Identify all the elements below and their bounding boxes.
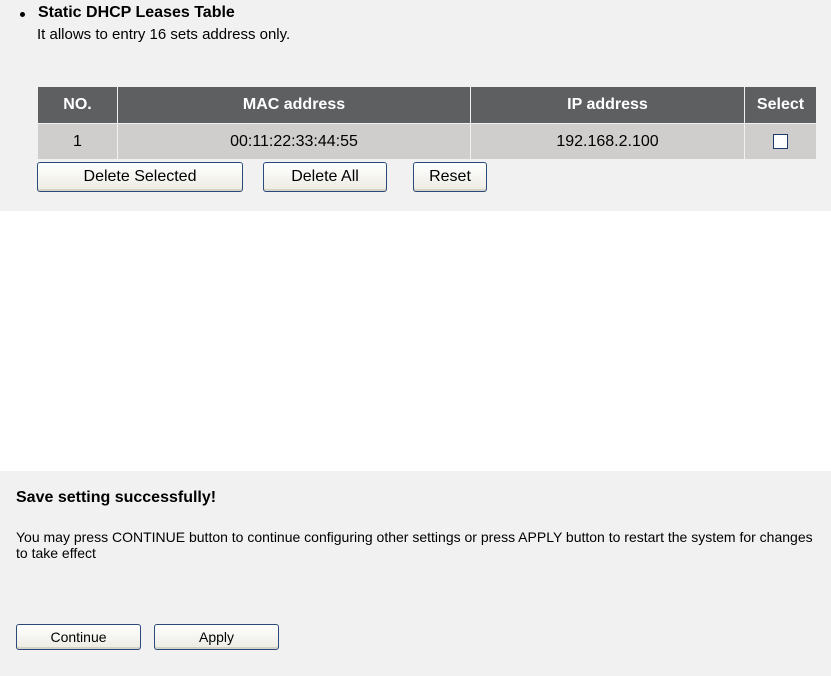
cell-select bbox=[744, 123, 817, 160]
select-checkbox[interactable] bbox=[773, 133, 788, 149]
col-mac: MAC address bbox=[117, 86, 471, 124]
save-message: You may press CONTINUE button to continu… bbox=[16, 529, 813, 561]
col-no: NO. bbox=[37, 86, 118, 124]
cell-ip: 192.168.2.100 bbox=[470, 123, 745, 160]
section-note: It allows to entry 16 sets address only. bbox=[37, 26, 291, 43]
save-title: Save setting successfully! bbox=[16, 489, 217, 506]
cell-mac: 00:11:22:33:44:55 bbox=[117, 123, 471, 160]
continue-button[interactable]: Continue bbox=[16, 624, 141, 650]
table-row: 1 00:11:22:33:44:55 192.168.2.100 bbox=[37, 123, 817, 160]
delete-all-button[interactable]: Delete All bbox=[263, 162, 387, 192]
bullet-icon bbox=[20, 12, 25, 17]
table-header: NO. MAC address IP address Select bbox=[37, 86, 817, 124]
save-result-panel: Save setting successfully! You may press… bbox=[0, 471, 831, 676]
static-dhcp-panel: Static DHCP Leases Table It allows to en… bbox=[0, 0, 831, 211]
reset-button[interactable]: Reset bbox=[413, 162, 487, 192]
apply-button[interactable]: Apply bbox=[154, 624, 279, 650]
delete-selected-button[interactable]: Delete Selected bbox=[37, 162, 243, 192]
leases-table: NO. MAC address IP address Select 1 00:1… bbox=[37, 86, 817, 160]
section-title: Static DHCP Leases Table bbox=[38, 4, 235, 21]
col-ip: IP address bbox=[470, 86, 745, 124]
cell-no: 1 bbox=[37, 123, 118, 160]
col-select: Select bbox=[744, 86, 817, 124]
